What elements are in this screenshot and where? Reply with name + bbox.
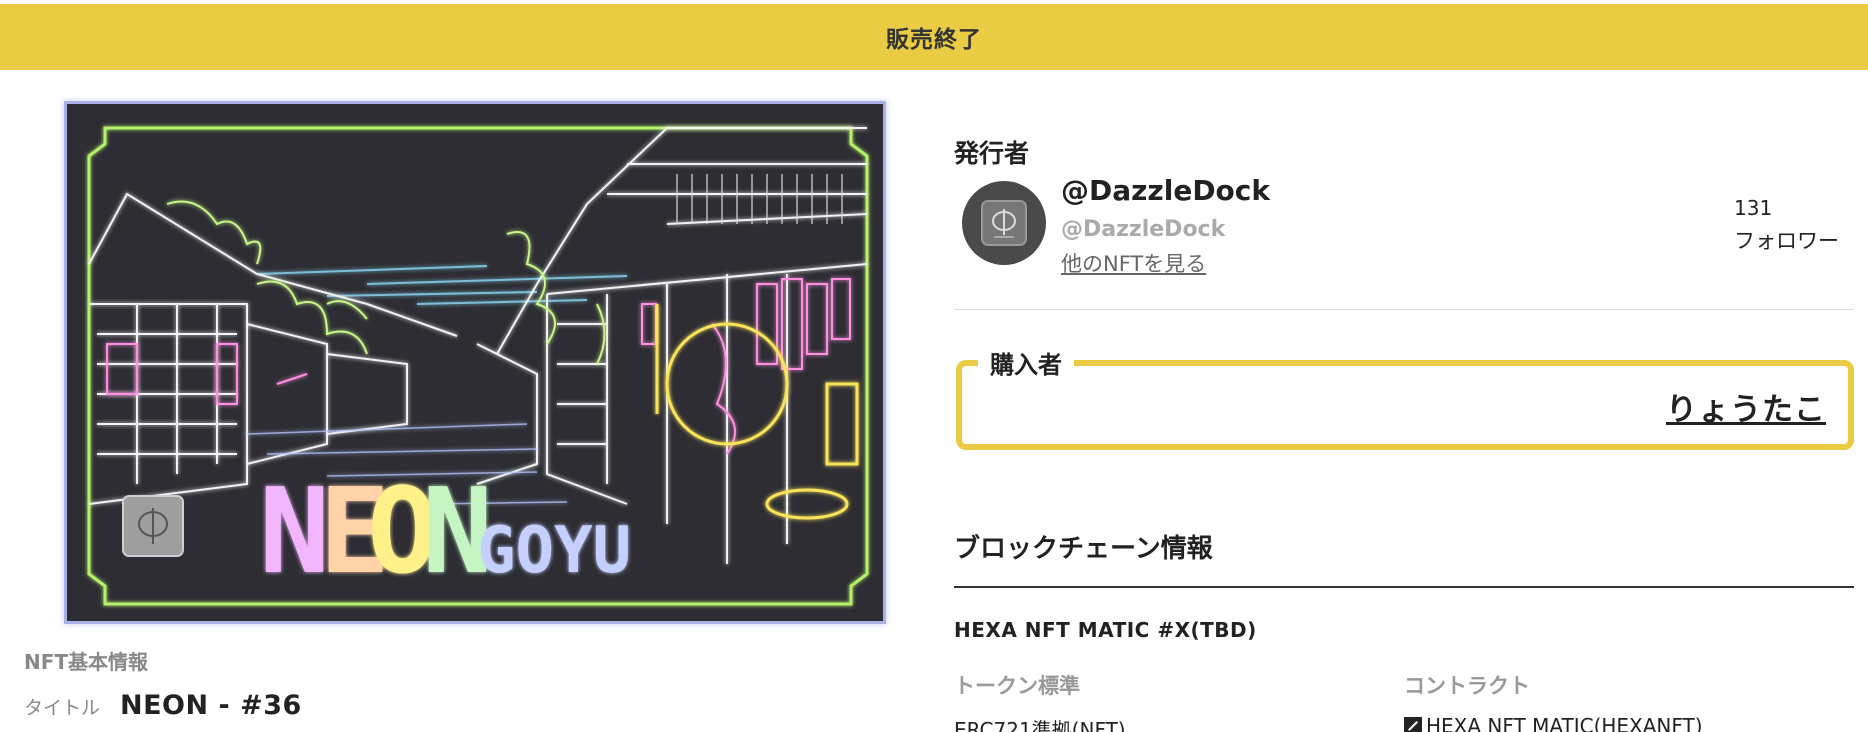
other-nfts-link[interactable]: 他のNFTを見る (1061, 248, 1206, 278)
blockchain-chain-name: HEXA NFT MATIC #X(TBD) (954, 618, 1257, 642)
blockchain-heading: ブロックチェーン情報 (954, 534, 1213, 564)
nft-title-label: タイトル (24, 697, 101, 719)
followers-count: 131 (1734, 196, 1773, 220)
dazzledock-logo-icon (981, 200, 1027, 246)
external-link-icon (1404, 717, 1422, 732)
nft-title-row: タイトル NEON - #36 (24, 690, 302, 721)
blockchain-divider (954, 586, 1854, 588)
art-text-sub: GOYU (477, 514, 631, 588)
contract-value: HEXA NFT MATIC(HEXANFT) (1426, 714, 1703, 732)
issuer-avatar[interactable] (962, 181, 1046, 265)
issuer-display-name[interactable]: @DazzleDock (1061, 174, 1270, 207)
sales-status-banner: 販売終了 (0, 4, 1868, 70)
nft-title-value: NEON - #36 (120, 690, 302, 721)
contract-link[interactable]: HEXA NFT MATIC(HEXANFT) (1404, 714, 1703, 732)
token-standard-label: トークン標準 (954, 674, 1080, 698)
token-standard-value: ERC721準拠(NFT) (954, 718, 1126, 732)
contract-label: コントラクト (1404, 674, 1530, 698)
section-divider (954, 309, 1854, 310)
issuer-heading: 発行者 (954, 139, 1030, 168)
neon-street-artwork: N E O N GOYU (67, 104, 883, 621)
buyer-name-link[interactable]: りょうたこ (1666, 384, 1826, 429)
sales-status-text: 販売終了 (886, 27, 982, 53)
nft-basic-info-heading: NFT基本情報 (24, 650, 149, 674)
followers-label: フォロワー (1734, 229, 1839, 253)
issuer-handle: @DazzleDock (1061, 217, 1226, 242)
nft-artwork[interactable]: N E O N GOYU (64, 101, 886, 624)
buyer-legend: 購入者 (978, 345, 1074, 380)
